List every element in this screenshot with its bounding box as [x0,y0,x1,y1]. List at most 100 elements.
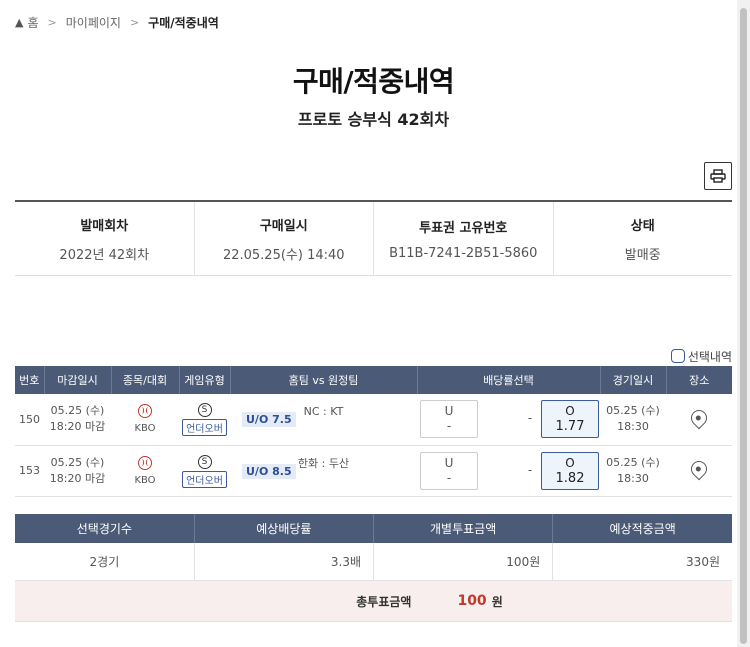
deadline-time: 18:20 마감 [49,420,106,434]
game-date: 05.25 (수) [606,455,660,469]
print-row [15,162,732,194]
info-value: 22.05.25(수) 14:40 [222,247,345,263]
page-title: 구매/적중내역 [292,65,455,98]
selection-label: 선택내역 [687,349,732,364]
info-header: 투표권 고유번호 [419,220,508,236]
info-value: B11B-7241-2B51-5860 [389,245,538,261]
odd-over-button[interactable]: O 1.77 [541,400,599,438]
scrollbar-thumb[interactable] [740,8,747,644]
baseball-icon [138,455,152,470]
summary-col-header: 개별투표금액 [373,513,554,543]
printer-icon [710,169,726,183]
info-cell-datetime: 구매일시 22.05.25(수) 14:40 [195,202,374,275]
table-row: 153 05.25 (수) 18:20 마감 KBO S 언더오버 한화 : 두산 U… [15,445,732,497]
breadcrumb-home[interactable]: 홈 [27,14,38,31]
page-subtitle: 프로토 승부식 42회차 [297,110,450,129]
odd-value: 1.82 [555,470,585,486]
deadline: 05.25 (수) 18:20 마감 [44,445,111,497]
game-table-header: 번호 마감일시 종목/대회 게임유형 홈팀 vs 원정팀 배당률선택 경기일시 … [15,366,732,394]
game-date: 05.25 (수) [606,404,660,418]
home-icon[interactable]: ▲ [15,16,23,29]
odds-selection: U- - O 1.82 [417,445,600,497]
game-datetime: 05.25 (수) 18:30 [600,394,666,446]
col-header: 종목/대회 [111,366,180,394]
scrollbar[interactable] [737,0,750,647]
odd-under-button[interactable]: U- [420,451,478,490]
col-header: 게임유형 [179,366,231,394]
chevron-right-icon: > [129,15,140,29]
team-names: 한화 : 두산 [297,456,350,470]
expected-odds: 3.3배 [194,542,375,581]
deadline-date: 05.25 (수) [50,404,105,418]
game-type-tag: 언더오버 [182,419,227,437]
info-cell-ticket-id: 투표권 고유번호 B11B-7241-2B51-5860 [374,202,554,275]
odd-label: U [444,455,454,470]
deadline-time: 18:20 마감 [49,471,106,485]
league-name: KBO [134,423,156,435]
info-cell-status: 상태발매중 [554,202,733,275]
game-time: 18:30 [617,420,649,434]
uo-badge: U/O 7.5 [242,412,296,427]
odds-selection: U- - O 1.77 [417,394,600,446]
odd-label: O [565,404,575,418]
odd-over-button[interactable]: O 1.82 [541,451,599,490]
info-value: 2022년 42회차 [59,247,150,263]
breadcrumb-current: 구매/적중내역 [148,15,219,30]
total-label: 총투표금액 [356,594,412,609]
game-table: 번호 마감일시 종목/대회 게임유형 홈팀 vs 원정팀 배당률선택 경기일시 … [15,366,732,497]
odd-value: - [446,470,452,485]
summary-table: 선택경기수 예상배당률 개별투표금액 예상적중금액 2경기 3.3배 100원 … [15,513,732,581]
info-cell-round: 발매회차 2022년 42회차 [15,202,195,275]
game-number: 153 [15,445,44,497]
odd-label: U [444,404,454,418]
info-header: 발매회차 [80,218,129,234]
selection-filter[interactable]: 선택내역 [15,346,732,366]
info-header: 상태 [630,218,655,234]
special-icon: S [197,454,212,469]
odd-label: O [565,455,575,470]
col-header: 번호 [15,366,45,394]
teams: 한화 : 두산 U/O 8.5 [230,445,417,497]
deadline-date: 05.25 (수) [50,455,105,469]
col-header: 마감일시 [44,366,112,394]
game-time: 18:30 [617,471,649,485]
location-pin-icon[interactable] [687,406,711,430]
col-header: 홈팀 vs 원정팀 [230,366,418,394]
selection-checkbox[interactable] [670,349,685,363]
breadcrumb: ▲ 홈 > 마이페이지 > 구매/적중내역 [15,0,732,44]
col-header: 장소 [666,366,732,394]
col-header: 배당률선택 [417,366,601,394]
col-header: 경기일시 [600,366,667,394]
chevron-right-icon: > [47,15,57,29]
odd-value: - [446,419,452,433]
sport-league: KBO [111,445,179,497]
selected-game-count: 2경기 [15,542,195,581]
total-unit: 원 [491,594,503,609]
purchase-info-table: 발매회차 2022년 42회차 구매일시 22.05.25(수) 14:40 투표권… [15,200,732,276]
expected-win-amount: 330원 [552,542,732,581]
summary-col-header: 선택경기수 [15,513,195,543]
deadline: 05.25 (수) 18:20 마감 [44,394,111,446]
info-header: 구매일시 [259,218,308,234]
total-bet-row: 총투표금액 100 원 [15,581,732,622]
team-names: NC : KT [303,404,344,418]
game-number: 150 [15,394,44,446]
info-value: 발매중 [624,247,661,263]
baseball-icon [138,404,152,419]
venue [666,445,732,497]
summary-col-header: 예상적중금액 [552,513,732,543]
game-datetime: 05.25 (수) 18:30 [600,445,666,497]
league-name: KBO [134,474,156,486]
game-type: S 언더오버 [179,394,230,446]
total-amount: 100 [457,593,487,609]
game-type-tag: 언더오버 [182,470,227,488]
uo-badge: U/O 8.5 [242,463,296,479]
breadcrumb-mypage[interactable]: 마이페이지 [66,14,121,31]
location-pin-icon[interactable] [687,457,711,481]
odd-under-button[interactable]: U- [420,400,478,438]
game-type: S 언더오버 [179,445,230,497]
sport-league: KBO [111,394,179,446]
venue [666,394,732,446]
print-button[interactable] [704,162,732,190]
summary-header: 선택경기수 예상배당률 개별투표금액 예상적중금액 [15,513,732,543]
